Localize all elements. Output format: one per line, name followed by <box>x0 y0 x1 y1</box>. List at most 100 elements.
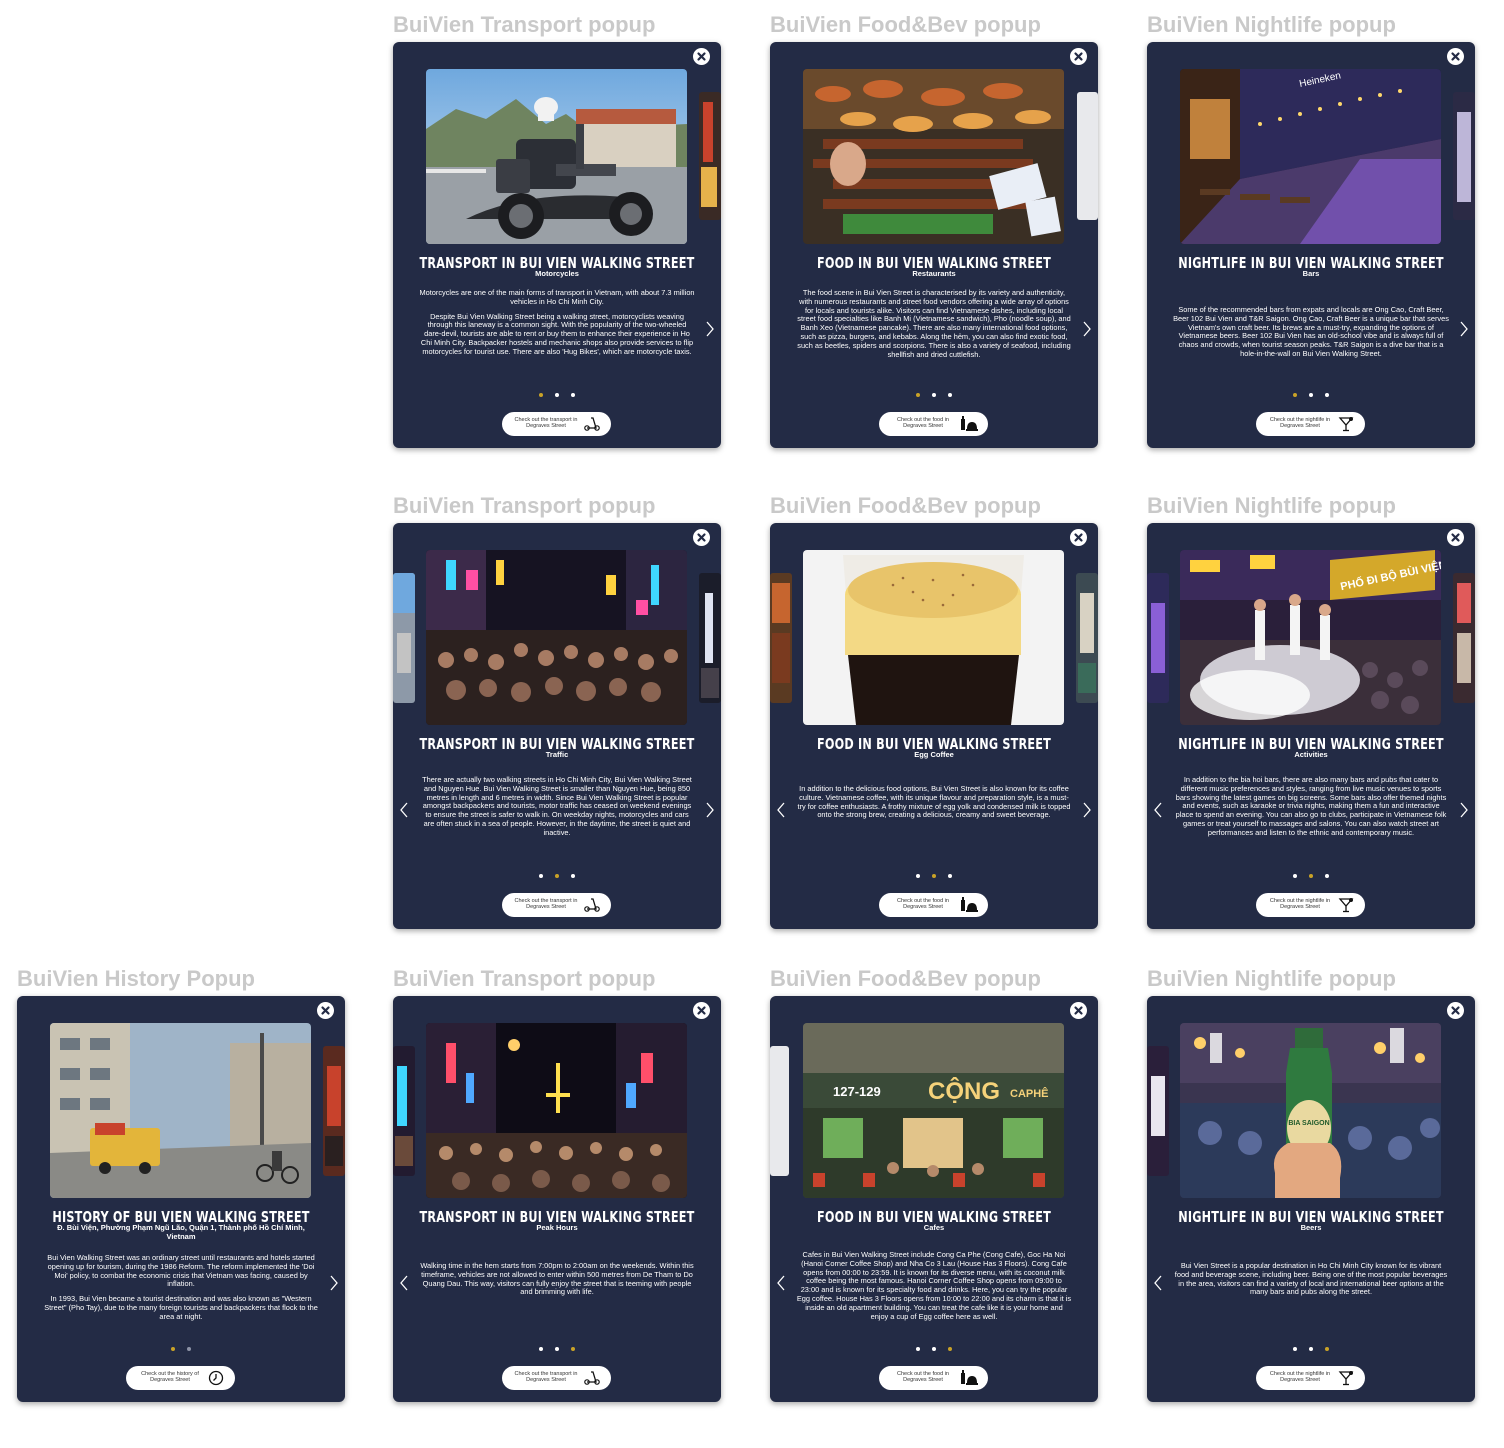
slide-dot[interactable] <box>555 1347 559 1351</box>
body-paragraph: Despite Bui Vien Walking Street being a … <box>420 311 694 356</box>
nightlife-cta-button[interactable]: Check out the nightlife in Degraves Stre… <box>1256 1366 1365 1390</box>
popup-body: The food scene in Bui Vien Street is cha… <box>796 288 1072 365</box>
next-arrow-icon[interactable] <box>327 1272 341 1294</box>
cta-label: Check out the transport in Degraves Stre… <box>514 1371 578 1383</box>
body-paragraph: Bui Vien Walking Street was an ordinary … <box>47 1253 315 1289</box>
cta-label: Check out the transport in Degraves Stre… <box>514 898 578 910</box>
slide-dot[interactable] <box>932 393 936 397</box>
cocktail-icon <box>1338 898 1354 913</box>
food-drink-icon <box>961 897 978 912</box>
slide-dot[interactable] <box>932 1347 936 1351</box>
close-icon[interactable] <box>1070 529 1087 546</box>
body-paragraph: Bui Vien Street is a popular destination… <box>1174 1261 1448 1297</box>
previous-slide-preview <box>770 573 792 703</box>
popup-subtitle: Bars <box>1302 269 1320 278</box>
slide-dot[interactable] <box>948 1347 952 1351</box>
scooter-icon <box>584 898 600 912</box>
next-arrow-icon[interactable] <box>1080 799 1094 821</box>
close-icon[interactable] <box>693 529 710 546</box>
slide-dot[interactable] <box>1309 874 1313 878</box>
slide-dot[interactable] <box>916 1347 920 1351</box>
cafe-sign-name: CỘNG <box>928 1077 1000 1105</box>
history-cta-button[interactable]: Check out the history of Degraves Street <box>126 1366 235 1390</box>
close-icon[interactable] <box>693 48 710 65</box>
slide-dot[interactable] <box>571 874 575 878</box>
cong-cafe-photo: 127-129 CỘNG CAPHÊ <box>803 1023 1064 1198</box>
clock-icon <box>208 1370 224 1386</box>
body-paragraph: Motorcycles are one of the main forms of… <box>419 288 695 306</box>
popup-subtitle: Egg Coffee <box>914 750 954 759</box>
slide-dot[interactable] <box>932 874 936 878</box>
slide-dot[interactable] <box>1293 393 1297 397</box>
close-icon[interactable] <box>1447 529 1464 546</box>
previous-arrow-icon[interactable] <box>1151 799 1165 821</box>
crowded-street-photo <box>426 550 687 725</box>
previous-arrow-icon[interactable] <box>397 799 411 821</box>
slide-dot[interactable] <box>1325 393 1329 397</box>
close-icon[interactable] <box>1070 1002 1087 1019</box>
slide-dot[interactable] <box>948 393 952 397</box>
previous-arrow-icon[interactable] <box>397 1272 411 1294</box>
slide-dot[interactable] <box>1325 874 1329 878</box>
frame-label-transport-2: BuiVien Transport popup <box>393 493 656 518</box>
popup-subtitle: Cafes <box>923 1223 945 1232</box>
slide-dot[interactable] <box>1293 874 1297 878</box>
close-icon[interactable] <box>1447 48 1464 65</box>
previous-arrow-icon[interactable] <box>774 799 788 821</box>
food-cta-button[interactable]: Check out the food in Degraves Street <box>879 1366 988 1390</box>
slide-indicator <box>770 393 1098 399</box>
egg-coffee-photo <box>803 550 1064 725</box>
previous-arrow-icon[interactable] <box>1151 1272 1165 1294</box>
popup-body: Bui Vien Walking Street was an ordinary … <box>43 1253 319 1328</box>
slide-dot[interactable] <box>916 393 920 397</box>
slide-dot[interactable] <box>539 393 543 397</box>
cta-label: Check out the nightlife in Degraves Stre… <box>1269 1371 1331 1383</box>
next-arrow-icon[interactable] <box>703 799 717 821</box>
slide-dot[interactable] <box>1309 1347 1313 1351</box>
cta-label: Check out the history of Degraves Street <box>141 1371 199 1383</box>
transport-cta-button[interactable]: Check out the transport in Degraves Stre… <box>502 412 611 436</box>
next-arrow-icon[interactable] <box>1080 318 1094 340</box>
slide-dot[interactable] <box>539 1347 543 1351</box>
close-icon[interactable] <box>317 1002 334 1019</box>
frame-label-history: BuiVien History Popup <box>17 966 255 991</box>
slide-dot[interactable] <box>555 874 559 878</box>
popup-body: Walking time in the hem starts from 7:00… <box>419 1261 695 1303</box>
next-slide-preview <box>1453 573 1475 703</box>
frame-label-nightlife-3: BuiVien Nightlife popup <box>1147 966 1396 991</box>
slide-dot[interactable] <box>1309 393 1313 397</box>
transport-cta-button[interactable]: Check out the transport in Degraves Stre… <box>502 1366 611 1390</box>
next-arrow-icon[interactable] <box>1457 799 1471 821</box>
slide-dot[interactable] <box>555 393 559 397</box>
cafe-sign-number: 127-129 <box>833 1084 881 1099</box>
food-cta-button[interactable]: Check out the food in Degraves Street <box>879 893 988 917</box>
street-performance-photo: PHỐ ĐI BỘ BÙI VIỆN <box>1180 550 1441 725</box>
previous-arrow-icon[interactable] <box>774 1272 788 1294</box>
slide-dot[interactable] <box>916 874 920 878</box>
slide-dot[interactable] <box>539 874 543 878</box>
slide-dot[interactable] <box>1325 1347 1329 1351</box>
close-icon[interactable] <box>1447 1002 1464 1019</box>
slide-dot[interactable] <box>171 1347 175 1351</box>
frame-label-nightlife-2: BuiVien Nightlife popup <box>1147 493 1396 518</box>
close-icon[interactable] <box>693 1002 710 1019</box>
cta-label: Check out the food in Degraves Street <box>897 1371 949 1383</box>
next-slide-preview <box>1453 92 1475 220</box>
slide-dot[interactable] <box>948 874 952 878</box>
nightlife-cta-button[interactable]: Check out the nightlife in Degraves Stre… <box>1256 412 1365 436</box>
cta-label: Check out the transport in Degraves Stre… <box>514 417 578 429</box>
slide-dot[interactable] <box>571 393 575 397</box>
next-arrow-icon[interactable] <box>703 318 717 340</box>
nightlife-cta-button[interactable]: Check out the nightlife in Degraves Stre… <box>1256 893 1365 917</box>
slide-dot[interactable] <box>571 1347 575 1351</box>
food-cta-button[interactable]: Check out the food in Degraves Street <box>879 412 988 436</box>
next-arrow-icon[interactable] <box>1457 318 1471 340</box>
nightlife-popup-beers: BIA SAIGON NIGHTLIFE IN BUI VIEN WALKING… <box>1147 996 1475 1402</box>
previous-slide-preview <box>393 573 415 703</box>
cafe-sign-sub: CAPHÊ <box>1010 1087 1049 1100</box>
slide-dot[interactable] <box>1293 1347 1297 1351</box>
popup-subtitle: Motorcycles <box>535 269 579 278</box>
close-icon[interactable] <box>1070 48 1087 65</box>
transport-cta-button[interactable]: Check out the transport in Degraves Stre… <box>502 893 611 917</box>
slide-dot[interactable] <box>187 1347 191 1351</box>
